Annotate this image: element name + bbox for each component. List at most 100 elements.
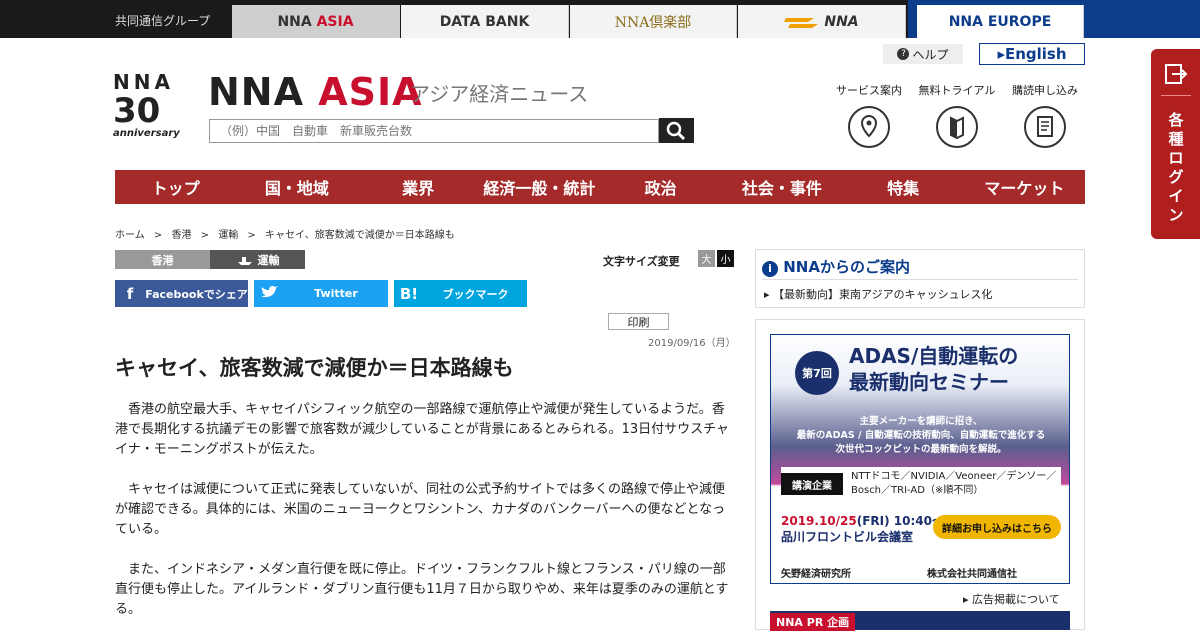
question-icon: ? <box>897 48 910 60</box>
twitter-icon <box>254 284 284 304</box>
category-label: 運輸 <box>257 253 280 267</box>
ad-desc-line: 最新のADAS / 自動運転の技術動向、自動運転で進化する <box>796 430 1046 441</box>
breadcrumb-separator: > <box>247 230 256 241</box>
hatena-bookmark-button[interactable]: B! ブックマーク <box>394 280 527 307</box>
pr-banner[interactable]: NNA PR 企画 <box>770 611 1070 631</box>
nav-economy[interactable]: 経済一般・統計 <box>479 170 600 204</box>
help-label: ヘルプ <box>912 47 949 62</box>
anniversary-logo: NNA 30 anniversary <box>113 70 183 150</box>
article-title: キャセイ、旅客数減で減便か＝日本路線も <box>115 356 514 380</box>
login-tab[interactable]: 各種ログイン <box>1151 49 1200 239</box>
twitter-share-button[interactable]: Twitter <box>254 280 388 307</box>
tab-label: NNA倶楽部 <box>614 14 692 31</box>
info-panel: i NNAからのご案内 ▸ 【最新動向】東南アジアのキャッシュレス化 <box>755 249 1085 308</box>
nav-industry[interactable]: 業界 <box>358 170 479 204</box>
breadcrumb-separator: > <box>153 230 163 241</box>
nav-top[interactable]: トップ <box>115 170 236 204</box>
seminar-ad-banner[interactable]: 第7回 ADAS/自動運転の 最新動向セミナー 主要メーカーを講師に招き、 最新… <box>770 334 1070 584</box>
info-title-text: NNAからのご案内 <box>783 258 910 276</box>
pr-label: NNA PR 企画 <box>770 613 856 631</box>
divider <box>1161 95 1191 96</box>
article-paragraph: キャセイは減便について正式に発表していないが、同社の公式予約サイトでは多くの路線… <box>115 482 726 537</box>
ad-badge: 第7回 <box>795 351 839 395</box>
brand-part-accent: ASIA <box>318 70 423 114</box>
info-icon: i <box>762 261 778 277</box>
nav-region[interactable]: 国・地域 <box>236 170 357 204</box>
logo-number: 30 <box>113 91 161 131</box>
tab-data-bank[interactable]: DATA BANK <box>401 5 569 38</box>
service-guide-link[interactable]: サービス案内 <box>829 82 909 148</box>
ad-footer: 矢野経済研究所 株式会社共同通信社 <box>771 557 1069 583</box>
tab-label: DATA BANK <box>439 13 530 30</box>
ad-info-link[interactable]: ▸ 広告掲載について <box>963 591 1060 607</box>
breadcrumb-separator: > <box>200 230 210 241</box>
breadcrumb: ホーム > 香港 > 運輸 > キャセイ、旅客数減で減便か＝日本路線も <box>115 226 461 241</box>
share-label: ブックマーク <box>442 287 509 301</box>
article-body: 香港の航空最大手、キャセイパシフィック航空の一部路線で運航停止や減便が発生してい… <box>115 400 735 640</box>
document-icon <box>1024 106 1066 148</box>
facebook-icon: f <box>126 284 134 303</box>
logo-tagline: anniversary <box>113 128 180 139</box>
ad-desc-line: 主要メーカーを講師に招き、 <box>859 416 983 427</box>
ad-desc-line: 次世代コックピットの最新動向を解説。 <box>835 444 1007 455</box>
subscribe-link[interactable]: 購読申し込み <box>1005 82 1085 148</box>
ad-sponsor: 矢野経済研究所 <box>781 569 851 580</box>
site-brand[interactable]: NNA ASIA <box>208 70 423 114</box>
login-icon <box>1165 64 1188 84</box>
help-button[interactable]: ? ヘルプ <box>883 44 963 64</box>
info-title: i NNAからのご案内 <box>762 256 910 277</box>
ad-speaker-line: NTTドコモ／NVIDIA／Veoneer／デンソー／ <box>851 471 1057 482</box>
nav-market[interactable]: マーケット <box>964 170 1085 204</box>
search-input[interactable] <box>209 119 659 143</box>
search-button[interactable] <box>659 118 694 143</box>
tab-label: NNA <box>824 13 859 30</box>
service-label: 無料トライアル <box>918 84 996 97</box>
tab-label: NNA <box>277 13 312 30</box>
ad-speakers: 講演企業 NTTドコモ／NVIDIA／Veoneer／デンソー／ Bosch／T… <box>781 467 1061 501</box>
nav-feature[interactable]: 特集 <box>843 170 964 204</box>
ad-description: 主要メーカーを講師に招き、 最新のADAS / 自動運転の技術動向、自動運転で進… <box>771 415 1069 457</box>
ship-icon <box>237 256 252 265</box>
ad-cta-button[interactable]: 詳細お申し込みはこちら <box>933 515 1061 539</box>
search-icon <box>666 121 686 141</box>
breadcrumb-industry[interactable]: 運輸 <box>218 230 238 241</box>
login-label: 各種ログイン <box>1168 111 1184 224</box>
breadcrumb-region[interactable]: 香港 <box>171 230 191 241</box>
article-date: 2019/09/16（月） <box>648 338 736 349</box>
tab-nna-europe[interactable]: NNA EUROPE <box>917 5 1084 38</box>
facebook-share-button[interactable]: f Facebookでシェア <box>115 280 248 307</box>
ad-date-year: 2019.10/25 <box>781 514 857 528</box>
free-trial-link[interactable]: 無料トライアル <box>917 82 997 148</box>
english-link[interactable]: ▸English <box>979 43 1085 65</box>
font-small-button[interactable]: 小 <box>717 250 734 267</box>
breadcrumb-home[interactable]: ホーム <box>115 230 145 241</box>
nav-politics[interactable]: 政治 <box>600 170 721 204</box>
print-button[interactable]: 印刷 <box>608 313 669 330</box>
tab-nna-asia[interactable]: NNA ASIA <box>232 5 400 38</box>
info-link[interactable]: ▸ 【最新動向】東南アジアのキャッシュレス化 <box>764 286 992 302</box>
service-label: 購読申し込み <box>1012 84 1078 97</box>
font-large-button[interactable]: 大 <box>698 250 715 267</box>
font-size-label: 文字サイズ変更 <box>603 255 680 268</box>
nav-society[interactable]: 社会・事件 <box>721 170 842 204</box>
tab-label: NNA EUROPE <box>948 13 1052 30</box>
nna-wing-icon <box>784 17 819 28</box>
ad-venue: 品川フロントビル会議室 <box>781 530 914 544</box>
ad-title-line: 最新動向セミナー <box>849 370 1009 394</box>
ad-speaker-key: 講演企業 <box>781 473 843 495</box>
category-region[interactable]: 香港 <box>115 250 210 269</box>
ad-date-time: (FRI) 10:40～ <box>856 514 944 528</box>
group-bar: 共同通信グループ NNA ASIA DATA BANK NNA倶楽部 NNA N… <box>0 0 1200 38</box>
ad-title-line: ADAS/自動運転の <box>849 344 1019 368</box>
hatena-icon: B! <box>399 284 419 303</box>
brand-subtitle: アジア経済ニュース <box>410 82 589 106</box>
brand-part: NNA <box>208 70 305 114</box>
group-label: 共同通信グループ <box>115 14 211 28</box>
map-pin-icon <box>848 106 890 148</box>
article-paragraph: また、インドネシア・メダン直行便を既に停止。ドイツ・フランクフルト線とフランス・… <box>115 562 729 617</box>
tab-nna-logo[interactable]: NNA <box>738 5 906 38</box>
share-label: Facebookでシェア <box>145 287 248 301</box>
tab-nna-club[interactable]: NNA倶楽部 <box>570 5 737 38</box>
category-industry[interactable]: 運輸 <box>210 250 305 269</box>
ad-title: ADAS/自動運転の 最新動向セミナー <box>849 343 1018 395</box>
